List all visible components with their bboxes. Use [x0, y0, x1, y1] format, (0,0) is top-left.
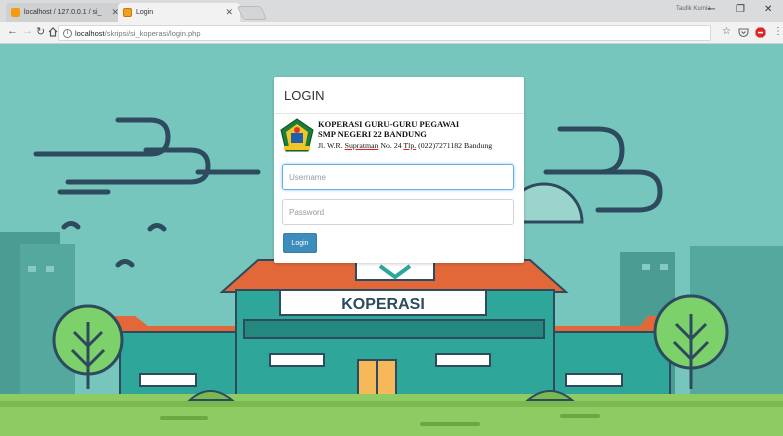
- pocket-icon[interactable]: [738, 27, 749, 38]
- minimize-icon[interactable]: ─: [708, 4, 715, 15]
- address-host: localhost: [75, 28, 105, 38]
- back-icon[interactable]: ←: [7, 25, 18, 37]
- menu-dots-icon[interactable]: ⋮: [773, 26, 783, 37]
- addr-prefix: Jl. W.R.: [318, 141, 345, 150]
- login-favicon-icon: [123, 8, 132, 17]
- restore-icon[interactable]: ❐: [736, 4, 745, 15]
- reload-icon[interactable]: ↻: [36, 25, 45, 38]
- username-input[interactable]: [282, 164, 514, 190]
- new-tab-button[interactable]: [236, 6, 268, 20]
- adblock-icon[interactable]: [755, 27, 766, 38]
- tab-phpmyadmin[interactable]: localhost / 127.0.0.1 / si_ ✕: [6, 3, 126, 22]
- browser-toolbar: ← → ↻ i localhost/skripsi/si_koperasi/lo…: [0, 22, 783, 44]
- address-path: /skripsi/si_koperasi/login.php: [104, 28, 201, 38]
- school-info: KOPERASI GURU-GURU PEGAWAI SMP NEGERI 22…: [280, 118, 520, 154]
- info-icon[interactable]: i: [63, 29, 72, 38]
- addr-rest: (022)7271182 Bandung: [416, 141, 493, 150]
- login-header: LOGIN: [274, 77, 524, 114]
- bookmark-star-icon[interactable]: ☆: [722, 26, 731, 37]
- building-sign: KOPERASI: [341, 296, 425, 313]
- addr-tlp: Tlp.: [403, 141, 417, 150]
- school-name-line2: SMP NEGERI 22 BANDUNG: [318, 128, 427, 139]
- school-address: Jl. W.R. Supratman No. 24 Tlp. (022)7271…: [318, 141, 492, 150]
- tab-login[interactable]: Login ✕: [118, 3, 240, 22]
- tab-label: localhost / 127.0.0.1 / si_: [24, 9, 102, 16]
- browser-tabstrip: localhost / 127.0.0.1 / si_ ✕ Login ✕ Ta…: [0, 0, 783, 22]
- close-tab-icon[interactable]: ✕: [225, 7, 233, 18]
- login-page: KOPERASI LOGIN KOPERASI GURU-GURU PEGAWA…: [0, 44, 783, 436]
- addr-mid: No. 24: [378, 141, 404, 150]
- login-button[interactable]: Login: [283, 233, 317, 253]
- login-card: LOGIN KOPERASI GURU-GURU PEGAWAI SMP NEG…: [274, 77, 524, 263]
- phpmyadmin-favicon-icon: [11, 8, 20, 17]
- home-icon[interactable]: [48, 27, 58, 37]
- address-bar[interactable]: i localhost/skripsi/si_koperasi/login.ph…: [58, 25, 711, 41]
- addr-street: Supratman: [344, 141, 379, 150]
- password-input[interactable]: [282, 199, 514, 225]
- tab-label: Login: [136, 9, 154, 16]
- close-window-icon[interactable]: ✕: [764, 4, 772, 15]
- school-name: KOPERASI GURU-GURU PEGAWAI SMP NEGERI 22…: [318, 119, 459, 139]
- user-badge[interactable]: Taufik Kurnia: [676, 6, 711, 12]
- school-logo-icon: [280, 118, 314, 152]
- forward-icon[interactable]: →: [22, 25, 33, 37]
